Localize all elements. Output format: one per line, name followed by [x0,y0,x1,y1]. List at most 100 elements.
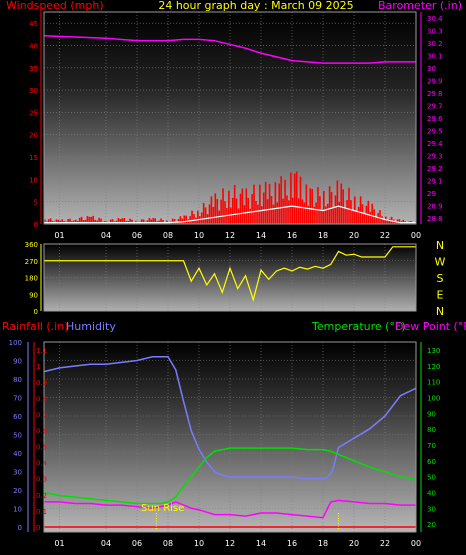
wind-gust-bar [216,199,219,224]
wind-gust-bar [251,193,253,224]
wind-gust-bar [282,198,284,224]
x-tick-label-bottom: 10 [194,539,204,548]
temperature-tick-label: 20 [427,521,436,529]
wind-gust-bar [309,188,312,224]
humidity-tick-label: 80 [13,376,22,384]
rain-tick-label: 0.3 [36,476,47,484]
wind-gust-bar [367,200,370,224]
wind-gust-bar [222,188,224,224]
wind-gust-bar [338,201,341,224]
wind-gust-bar [111,219,114,224]
wind-gust-bar [228,190,230,224]
wind-gust-bar [131,219,133,224]
wind-gust-bar [208,204,211,224]
wind-gust-bar [193,214,195,224]
wind-gust-bar [381,216,383,224]
wind-gust-bar [332,207,335,224]
wind-gust-bar [388,218,391,224]
rain-tick-label: 0.7 [36,411,47,419]
rain-tick-label: 1.1 [36,347,47,355]
wind-gust-bar [237,208,240,224]
direction-tick-label: 0 [34,308,38,316]
wind-tick-label: 30 [29,87,38,95]
wind-gust-bar [253,184,255,224]
x-tick-label-bottom: 01 [54,539,64,548]
baro-tick-label: 29.2 [427,165,443,173]
temperature-tick-label: 60 [427,458,436,466]
humidity-tick-label: 50 [13,432,22,440]
rain-tick-label: 0.2 [36,492,47,500]
wind-gust-bar [278,183,281,224]
x-tick-label-bottom: 12 [225,539,235,548]
humidity-tick-label: 10 [13,506,22,514]
x-tick-label-top: 10 [194,231,204,240]
wind-gust-bar [321,209,323,224]
x-tick-label-bottom: 00 [411,539,421,548]
wind-tick-label: 0 [34,221,38,229]
x-tick-label-top: 20 [349,231,359,240]
wind-gust-bar [162,220,164,224]
wind-gust-bar [344,207,346,224]
wind-gust-bar [47,219,50,224]
x-tick-label-top: 08 [163,231,173,240]
wind-gust-bar [290,172,292,224]
baro-tick-label: 29.4 [427,140,443,148]
wind-gust-bar [398,219,401,224]
weather-graph: Windspeed (mph) 24 hour graph day : Marc… [0,0,466,555]
wind-gust-bar [67,219,69,224]
wind-gust-bar [183,215,186,224]
wind-gust-bar [202,202,205,224]
temperature-tick-label: 120 [427,363,440,371]
wind-gust-bar [179,216,182,224]
wind-gust-bar [212,206,215,224]
wind-gust-bar [173,219,176,224]
wind-gust-bar [264,181,267,224]
direction-tick-label: 360 [25,241,38,249]
temperature-tick-label: 130 [427,347,440,355]
wind-gust-bar [346,200,348,224]
x-tick-label-bottom: 04 [101,539,111,548]
wind-gust-bar [255,200,257,224]
wind-gust-bar [55,219,58,224]
compass-label: S [437,272,444,285]
wind-gust-bar [259,184,261,224]
temperature-tick-label: 30 [427,505,436,513]
sunrise-annotation: Sun Rise [141,503,184,514]
rain-tick-label: 0.5 [36,444,47,452]
baro-tick-label: 29 [427,190,436,198]
baro-tick-label: 29.3 [427,152,443,160]
wind-gust-bar [402,219,405,224]
wind-gust-bar [311,189,313,224]
x-tick-label-bottom: 14 [256,539,266,548]
x-tick-label-top: 01 [54,231,64,240]
wind-tick-label: 15 [29,154,38,162]
wind-gust-bar [191,210,193,224]
temperature-tick-label: 100 [427,394,440,402]
baro-tick-label: 28.9 [427,202,443,210]
humidity-tick-label: 30 [13,469,22,477]
wind-tick-label: 45 [29,20,38,28]
wind-gust-bar [276,202,279,224]
rain-tick-label: 0.6 [36,427,48,435]
baro-tick-label: 30.4 [427,15,443,23]
wind-gust-bar [224,201,226,224]
wind-gust-bar [317,187,319,224]
baro-tick-label: 30 [427,65,436,73]
wind-gust-bar [239,193,242,224]
wind-gust-bar [272,204,275,224]
wind-gust-bar [299,176,302,224]
temperature-tick-label: 80 [427,426,436,434]
humidity-tick-label: 100 [9,339,22,347]
wind-gust-bar [383,219,385,224]
wind-gust-bar [257,204,259,224]
wind-gust-bar [261,206,263,224]
wind-gust-bar [379,210,381,224]
wind-gust-bar [150,219,153,224]
wind-gust-bar [288,200,290,224]
wind-tick-label: 20 [29,132,38,140]
barometer-label: Barometer (.in) [378,0,462,12]
rain-tick-label: 1 [36,363,40,371]
x-tick-label-top: 04 [101,231,111,240]
humidity-tick-label: 60 [13,413,22,421]
rain-tick-label: 0.9 [36,379,47,387]
